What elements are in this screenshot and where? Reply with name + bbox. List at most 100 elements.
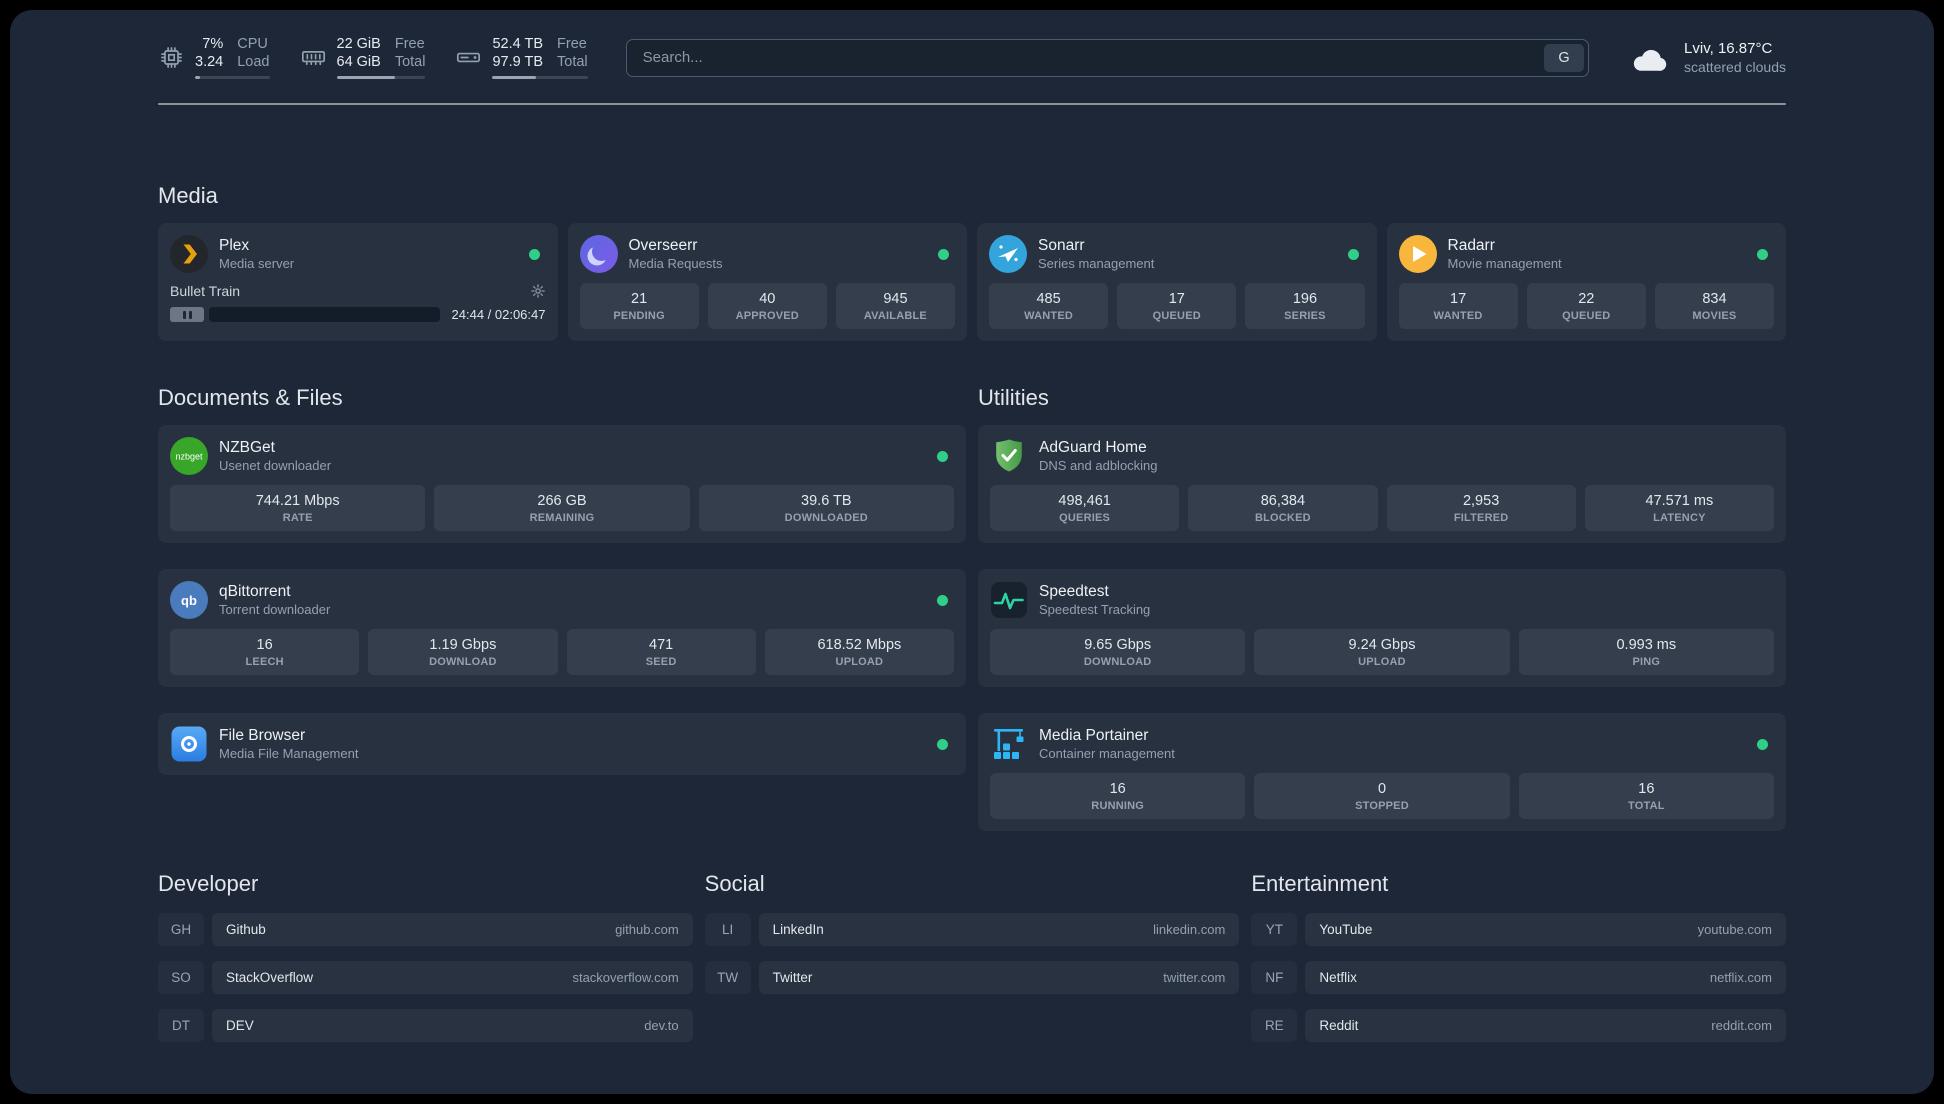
service-name: Speedtest: [1039, 583, 1109, 600]
sonarr-link[interactable]: Sonarr Series management: [989, 235, 1154, 273]
filebrowser-card: File Browser Media File Management: [158, 713, 966, 775]
bookmark-group-developer: Developer GH Github github.com SO StackO…: [158, 871, 693, 1042]
bookmark-name: Reddit: [1319, 1018, 1359, 1033]
pause-button[interactable]: [170, 307, 204, 322]
stat-block: 0.993 ms PING: [1518, 629, 1774, 675]
service-name: qBittorrent: [219, 583, 291, 600]
portainer-link[interactable]: Media Portainer Container management: [990, 725, 1175, 763]
bookmark-domain: stackoverflow.com: [572, 970, 679, 985]
qbittorrent-link[interactable]: qb qBittorrent Torrent downloader: [170, 581, 330, 619]
stat-label: PING: [1632, 656, 1661, 668]
cpu-icon: [161, 47, 182, 68]
nzbget-link[interactable]: nzbget NZBGet Usenet downloader: [170, 437, 331, 475]
stat-label: SERIES: [1284, 310, 1326, 322]
service-name: Plex: [219, 237, 250, 254]
disk-total-value: 97.9 TB: [492, 53, 544, 70]
memory-progress-bar: [336, 76, 426, 79]
bookmark-netflix[interactable]: NF Netflix netflix.com: [1251, 961, 1786, 994]
adguard-link[interactable]: AdGuard Home DNS and adblocking: [990, 437, 1158, 475]
stat-block: 618.52 Mbps UPLOAD: [764, 629, 954, 675]
stat-value: 834: [1702, 291, 1727, 307]
media-card-grid: Plex Media server Bullet Train 24:44 / 0…: [158, 223, 1786, 341]
weather-location: Lviv, 16.87°C: [1684, 40, 1773, 57]
stat-label: WANTED: [1024, 310, 1074, 322]
nzbget-card: nzbget NZBGet Usenet downloader 744.21 M…: [158, 425, 966, 543]
bookmark-abbr: DT: [158, 1009, 204, 1042]
stat-label: MOVIES: [1692, 310, 1737, 322]
stat-label: WANTED: [1433, 310, 1483, 322]
gear-icon[interactable]: [530, 283, 546, 299]
overseerr-link[interactable]: Overseerr Media Requests: [579, 235, 722, 273]
stat-label: QUEUED: [1562, 310, 1611, 322]
bookmark-dev[interactable]: DT DEV dev.to: [158, 1009, 693, 1042]
stat-value: 16: [1109, 781, 1126, 797]
stat-block: 266 GB REMAINING: [434, 485, 690, 531]
section-title-developer: Developer: [158, 871, 259, 896]
bookmark-name: StackOverflow: [226, 970, 314, 985]
stat-block: 16 LEECH: [170, 629, 360, 675]
stat-label: SEED: [645, 656, 677, 668]
radarr-link[interactable]: Radarr Movie management: [1398, 235, 1562, 273]
weather-widget: Lviv, 16.87°C scattered clouds: [1627, 39, 1786, 76]
status-dot: [937, 594, 948, 606]
stat-block: 744.21 Mbps RATE: [170, 485, 426, 531]
stat-block: 2,953 FILTERED: [1386, 485, 1576, 531]
stat-value: 17: [1450, 291, 1467, 307]
stat-label: AVAILABLE: [863, 310, 927, 322]
stat-value: 17: [1168, 291, 1185, 307]
stat-block: 21 PENDING: [579, 283, 699, 329]
bookmark-abbr: RE: [1251, 1009, 1297, 1042]
cpu-load-label: Load: [237, 53, 270, 70]
stat-label: REMAINING: [529, 512, 595, 524]
stat-value: 196: [1292, 291, 1318, 307]
stat-label: STOPPED: [1355, 800, 1409, 812]
bookmark-name: Twitter: [772, 970, 813, 985]
disk-widget: 52.4 TB Free 97.9 TB Total: [455, 36, 588, 79]
topbar-divider: [158, 103, 1786, 105]
stat-value: 266 GB: [537, 493, 587, 509]
portainer-icon: [990, 725, 1028, 763]
bookmark-name: DEV: [226, 1018, 254, 1033]
stat-value: 21: [631, 291, 648, 307]
stat-block: 86,384 BLOCKED: [1188, 485, 1378, 531]
stat-block: 16 TOTAL: [1518, 773, 1774, 819]
qbittorrent-icon: qb: [170, 581, 208, 619]
speedtest-icon: [990, 581, 1028, 619]
section-title-social: Social: [704, 871, 765, 896]
service-description: DNS and adblocking: [1039, 458, 1158, 473]
stat-value: 485: [1036, 291, 1061, 307]
status-dot: [1757, 248, 1768, 260]
bookmark-twitter[interactable]: TW Twitter twitter.com: [705, 961, 1240, 994]
search-input[interactable]: [625, 38, 1590, 77]
stat-value: 945: [883, 291, 908, 307]
stat-value: 498,461: [1058, 493, 1111, 509]
bookmark-linkedin[interactable]: LI LinkedIn linkedin.com: [705, 913, 1240, 946]
stat-label: UPLOAD: [1358, 656, 1406, 668]
stat-label: DOWNLOADED: [784, 512, 868, 524]
documents-column: Documents & Files nzbget NZBGet Usenet d…: [158, 385, 966, 775]
nzbget-icon: nzbget: [170, 437, 208, 475]
stat-label: QUERIES: [1059, 512, 1111, 524]
bookmark-domain: dev.to: [644, 1018, 679, 1033]
filebrowser-link[interactable]: File Browser Media File Management: [170, 725, 358, 763]
stat-block: 40 APPROVED: [707, 283, 827, 329]
sonarr-card: Sonarr Series management 485 WANTED 17 Q…: [977, 223, 1377, 341]
top-bar: 7% CPU 3.24 Load 22 GiB Free 64 GiB Tota…: [158, 36, 1786, 79]
plex-link[interactable]: Plex Media server: [170, 235, 294, 273]
stat-block: 47.571 ms LATENCY: [1584, 485, 1774, 531]
service-description: Container management: [1039, 746, 1175, 761]
qbittorrent-card: qb qBittorrent Torrent downloader 16 LEE…: [158, 569, 966, 687]
bookmark-youtube[interactable]: YT YouTube youtube.com: [1251, 913, 1786, 946]
speedtest-link[interactable]: Speedtest Speedtest Tracking: [990, 581, 1150, 619]
status-dot: [937, 738, 948, 750]
stat-label: BLOCKED: [1254, 512, 1311, 524]
search-provider-button[interactable]: G: [1544, 43, 1585, 72]
bookmark-name: YouTube: [1319, 922, 1373, 937]
stat-block: 485 WANTED: [989, 283, 1109, 329]
bookmark-github[interactable]: GH Github github.com: [158, 913, 693, 946]
bookmark-reddit[interactable]: RE Reddit reddit.com: [1251, 1009, 1786, 1042]
dashboard: 7% CPU 3.24 Load 22 GiB Free 64 GiB Tota…: [10, 10, 1934, 1094]
cpu-progress-bar: [195, 76, 270, 79]
stat-label: TOTAL: [1627, 800, 1665, 812]
bookmark-stackoverflow[interactable]: SO StackOverflow stackoverflow.com: [158, 961, 693, 994]
